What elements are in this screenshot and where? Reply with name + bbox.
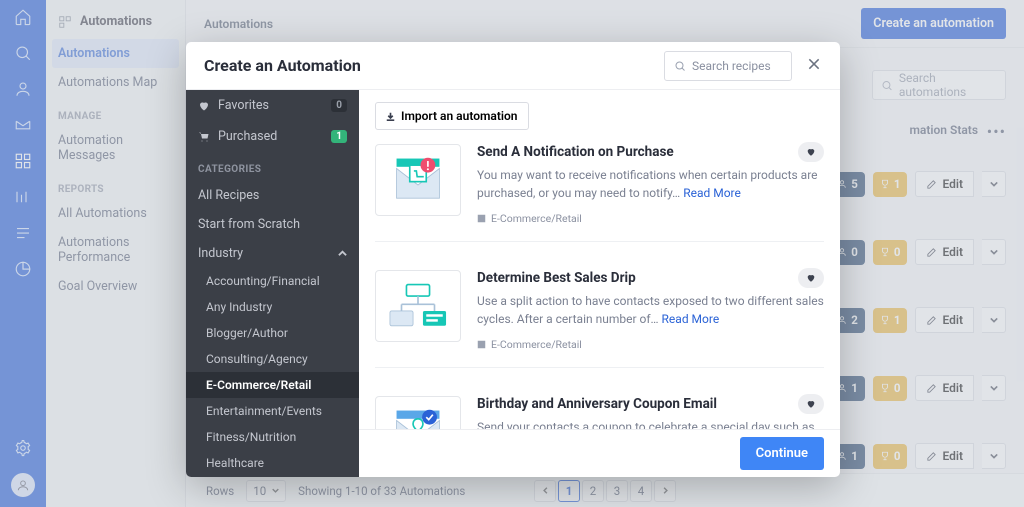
industry-item[interactable]: Healthcare <box>186 450 359 476</box>
create-automation-modal: Create an Automation Search recipes Favo… <box>186 42 840 477</box>
recipe-thumbnail <box>375 144 461 216</box>
purchased-label: Purchased <box>218 129 277 144</box>
favorite-button[interactable] <box>798 142 824 162</box>
heart-icon <box>806 399 816 409</box>
recipe-description: You may want to receive notifications wh… <box>477 166 824 202</box>
recipe-title: Determine Best Sales Drip <box>477 270 824 286</box>
purchased-badge: 1 <box>331 130 347 143</box>
heart-icon <box>198 100 210 112</box>
recipe-title: Birthday and Anniversary Coupon Email <box>477 396 824 412</box>
favorites-label: Favorites <box>218 98 269 113</box>
close-button[interactable] <box>806 56 822 76</box>
recipe-tag: E-Commerce/Retail <box>477 338 824 351</box>
heart-icon <box>806 273 816 283</box>
recipe-card[interactable]: Birthday and Anniversary Coupon Email Se… <box>375 386 824 429</box>
search-recipes-placeholder: Search recipes <box>692 59 771 73</box>
search-recipes-input[interactable]: Search recipes <box>664 51 792 81</box>
download-icon <box>386 112 395 121</box>
recipe-card[interactable]: Determine Best Sales Drip Use a split ac… <box>375 260 824 368</box>
recipe-description: Use a split action to have contacts expo… <box>477 292 824 328</box>
industry-item[interactable]: Blogger/Author <box>186 320 359 346</box>
modal-title: Create an Automation <box>204 56 361 75</box>
modal-header: Create an Automation Search recipes <box>186 42 840 90</box>
sidebar-industry[interactable]: Industry <box>186 239 359 268</box>
recipe-tag: E-Commerce/Retail <box>477 212 824 225</box>
favorite-button[interactable] <box>798 268 824 288</box>
recipe-thumbnail <box>375 270 461 342</box>
sidebar-start-from-scratch[interactable]: Start from Scratch <box>186 210 359 239</box>
modal-footer: Continue <box>359 429 840 477</box>
industry-item[interactable]: Consulting/Agency <box>186 346 359 372</box>
read-more-link[interactable]: Read More <box>683 186 741 200</box>
industry-item[interactable]: E-Commerce/Retail <box>186 372 359 398</box>
categories-heading: CATEGORIES <box>186 152 359 181</box>
modal-content: Import an automation Send A Notification… <box>359 90 840 477</box>
sidebar-purchased[interactable]: Purchased 1 <box>186 121 359 152</box>
recipe-description: Send your contacts a coupon to celebrate… <box>477 418 824 429</box>
industry-item[interactable]: Fitness/Nutrition <box>186 424 359 450</box>
sidebar-favorites[interactable]: Favorites 0 <box>186 90 359 121</box>
cart-icon <box>198 131 210 143</box>
industry-item[interactable]: Entertainment/Events <box>186 398 359 424</box>
favorite-button[interactable] <box>798 394 824 414</box>
modal-sidebar: Favorites 0 Purchased 1 CATEGORIES All R… <box>186 90 359 477</box>
recipe-card[interactable]: Send A Notification on Purchase You may … <box>375 134 824 242</box>
industry-item[interactable]: Accounting/Financial <box>186 268 359 294</box>
industry-item[interactable]: Any Industry <box>186 294 359 320</box>
continue-button[interactable]: Continue <box>740 437 824 470</box>
recipe-title: Send A Notification on Purchase <box>477 144 824 160</box>
import-automation-button[interactable]: Import an automation <box>375 102 529 130</box>
search-icon <box>674 60 686 72</box>
favorites-badge: 0 <box>331 99 347 112</box>
recipe-thumbnail <box>375 396 461 429</box>
chevron-up-icon <box>338 249 347 258</box>
close-icon <box>806 56 822 72</box>
sidebar-all-recipes[interactable]: All Recipes <box>186 181 359 210</box>
import-label: Import an automation <box>401 109 518 123</box>
heart-icon <box>806 147 816 157</box>
read-more-link[interactable]: Read More <box>662 312 720 326</box>
industry-item[interactable]: Media/Publishing <box>186 476 359 477</box>
